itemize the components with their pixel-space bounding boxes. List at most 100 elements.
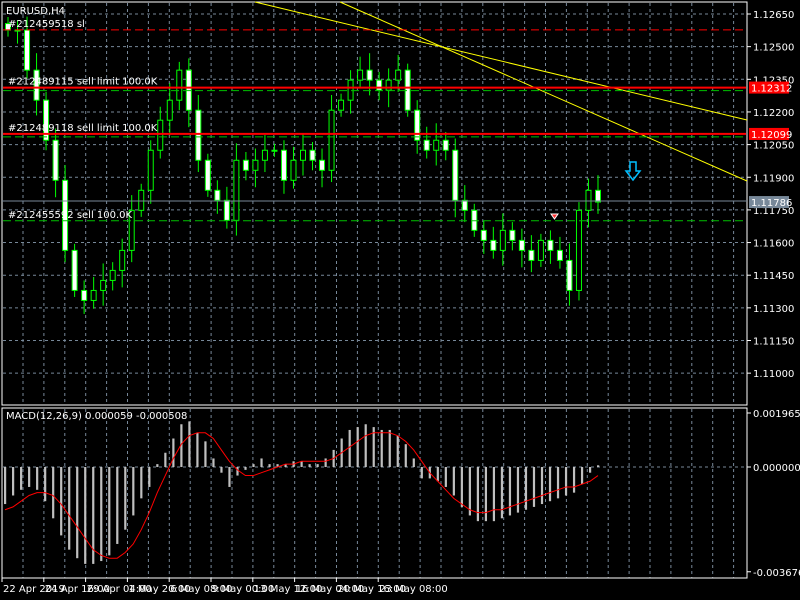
macd-tick-label: 0.000000 [753, 463, 800, 474]
time-axis[interactable]: 22 Apr 201924 Apr 16:0029 Apr 04:001 May… [1, 578, 448, 595]
candle [575, 202, 582, 301]
trendline[interactable] [339, 1, 748, 182]
candle [556, 236, 563, 269]
macd-histogram-bar [580, 467, 584, 485]
candle [147, 140, 154, 204]
macd-histogram-bar [212, 458, 215, 467]
candle [338, 93, 345, 117]
macd-histogram-bar [108, 467, 111, 556]
symbol-label: EURUSD,H4 [6, 6, 65, 17]
candle-body [166, 99, 173, 121]
macd-histogram-bar [396, 435, 399, 467]
macd-histogram-bar [300, 461, 303, 467]
candle [157, 106, 164, 159]
candle-body [461, 199, 468, 211]
macd-histogram-bar [436, 467, 439, 482]
candle-body [442, 139, 449, 151]
candle [109, 262, 116, 291]
candle-body [338, 99, 345, 111]
candle-body [157, 119, 164, 151]
candle-body [499, 229, 506, 251]
candle-body [309, 149, 316, 161]
candle [566, 243, 573, 306]
candle-body [490, 239, 497, 251]
candle-body [223, 199, 230, 221]
price-tick-label: 1.12500 [753, 43, 794, 54]
candle [90, 276, 97, 309]
price-tag-label: 1.12312 [751, 84, 792, 95]
candle-body [547, 239, 554, 251]
candle [128, 195, 135, 263]
macd-tick-label: 0.001965 [753, 409, 800, 420]
macd-histogram-bar [172, 438, 175, 467]
candle-body [585, 189, 592, 211]
candle-body [556, 249, 563, 261]
trading-chart[interactable]: #212459518 sl #212489115 sell limit 100.0… [0, 0, 800, 600]
macd-histogram-bar [140, 467, 143, 499]
candle [204, 153, 211, 197]
order-label: #212489118 sell limit 100.0K [8, 123, 158, 134]
candle-body [24, 29, 31, 71]
price-axis[interactable]: 1.126501.125001.123501.122001.120501.119… [747, 10, 794, 380]
candle [347, 70, 354, 114]
candle [214, 180, 221, 214]
macd-histogram-bar [132, 467, 135, 516]
candle-body [71, 249, 78, 291]
candle [518, 228, 525, 268]
macd-histogram-bar [316, 464, 319, 467]
candle-body [81, 289, 88, 301]
price-tick-label: 1.11450 [753, 271, 794, 282]
candle-body [138, 189, 145, 211]
candle-body [528, 249, 535, 261]
candle-body [300, 149, 306, 161]
candle [442, 131, 449, 161]
order-lines: #212459518 sl #212489115 sell limit 100.0… [3, 19, 746, 222]
macd-histogram-bar [188, 421, 191, 467]
candle-body [433, 139, 440, 151]
candle-body [100, 279, 107, 291]
price-tag-label: 1.12099 [751, 130, 792, 141]
macd-histogram-bar [468, 467, 471, 516]
macd-histogram-bar [196, 432, 199, 467]
macd-histogram-bar [444, 467, 447, 487]
trade-marker-icon [550, 213, 559, 220]
candle-body [271, 149, 278, 152]
order-label: #212489115 sell limit 100.0K [8, 77, 158, 88]
grid [3, 3, 746, 578]
candle-body [195, 109, 202, 161]
candle [223, 186, 230, 229]
price-tick-label: 1.11900 [753, 173, 794, 184]
candle [414, 100, 421, 154]
candle [71, 243, 78, 297]
candle-body [214, 189, 221, 201]
candle [52, 128, 59, 198]
trendline[interactable] [254, 1, 748, 121]
candle-body [357, 69, 364, 81]
candle [480, 220, 487, 254]
macd-histogram-bar [156, 464, 159, 467]
order-label: #212459518 sl [8, 19, 85, 30]
candle-body [147, 149, 154, 191]
price-tick-label: 1.12200 [753, 108, 794, 119]
time-tick-label: 23 May 08:00 [379, 584, 448, 595]
candle [271, 143, 278, 157]
macd-histogram-bar [204, 441, 207, 467]
macd-histogram-bar [556, 467, 560, 499]
macd-histogram-bar [564, 467, 568, 496]
macd-histogram-bar [116, 467, 119, 544]
macd-histogram-bar [84, 467, 87, 564]
candle [376, 71, 383, 101]
candle [252, 148, 259, 188]
candle-body [537, 239, 544, 261]
order-label: #212455592 sell 100.0K [8, 210, 133, 221]
candle [423, 126, 430, 159]
candle-body [575, 209, 582, 291]
candle-body [52, 139, 59, 181]
candle-body [290, 159, 297, 181]
macd-histogram-bar [452, 467, 455, 496]
main-panel-border [1, 1, 748, 406]
macd-histogram-bar [364, 424, 367, 467]
candle [300, 133, 306, 176]
candle [280, 140, 287, 194]
candle-body [233, 159, 240, 221]
